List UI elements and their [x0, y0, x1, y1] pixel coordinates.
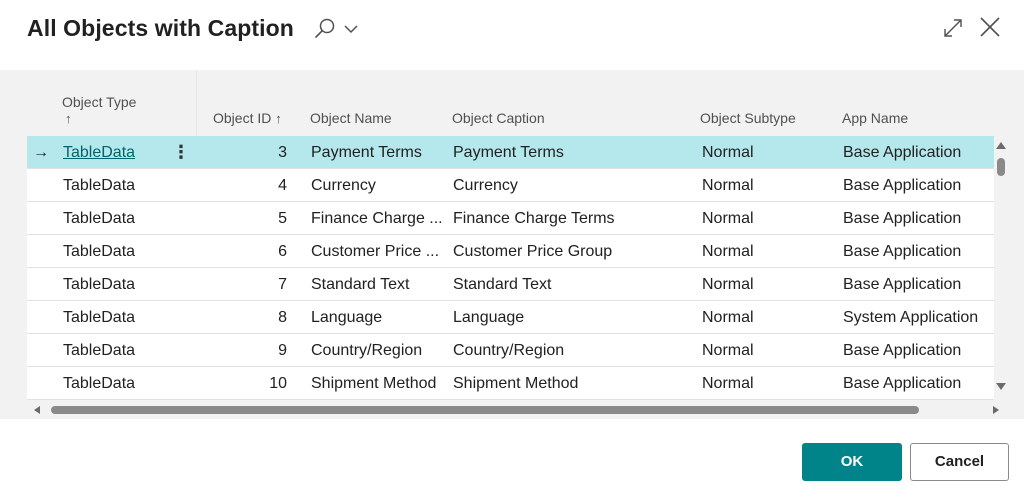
object-caption-cell: Language	[453, 309, 525, 326]
table-row[interactable]: TableData 9 Country/Region Country/Regio…	[27, 334, 994, 367]
column-label-app-name: App Name	[842, 110, 909, 126]
table-row[interactable]: TableData 5 Finance Charge ... Finance C…	[27, 202, 994, 235]
object-subtype-cell: Normal	[702, 177, 754, 194]
sort-ascending-icon: ↑	[275, 111, 282, 126]
app-name-cell: Base Application	[843, 243, 962, 260]
table-row[interactable]: → TableData ⋮ 3 Payment Terms Payment Te…	[27, 136, 994, 169]
object-id-cell: 9	[278, 342, 287, 359]
table-row[interactable]: TableData 7 Standard Text Standard Text …	[27, 268, 994, 301]
object-type-cell: TableData	[63, 342, 136, 359]
scroll-up-arrow-icon[interactable]	[996, 142, 1006, 149]
cancel-button[interactable]: Cancel	[910, 443, 1009, 481]
column-label-object-type: Object Type	[62, 94, 137, 110]
object-caption-cell: Payment Terms	[453, 144, 564, 161]
object-caption-cell: Finance Charge Terms	[453, 210, 615, 227]
column-header-object-name[interactable]: Object Name	[310, 70, 440, 136]
column-label-object-name: Object Name	[310, 110, 392, 126]
table-row[interactable]: TableData 4 Currency Currency Normal Bas…	[27, 169, 994, 202]
object-name-cell: Finance Charge ...	[311, 210, 443, 227]
app-name-cell: Base Application	[843, 177, 962, 194]
table-row[interactable]: TableData 8 Language Language Normal Sys…	[27, 301, 994, 334]
current-row-arrow-icon: →	[33, 144, 49, 161]
object-name-cell: Language	[311, 309, 383, 326]
object-id-cell: 10	[269, 375, 287, 392]
object-name-cell: Standard Text	[311, 276, 410, 293]
object-id-cell: 8	[278, 309, 287, 326]
object-id-cell: 4	[278, 177, 287, 194]
object-subtype-cell: Normal	[702, 342, 754, 359]
column-header-object-type[interactable]: Object Type ↑	[27, 70, 197, 136]
app-name-cell: Base Application	[843, 375, 962, 392]
horizontal-scroll-thumb[interactable]	[51, 406, 919, 414]
scroll-left-arrow-icon[interactable]	[34, 406, 40, 414]
table-row[interactable]: TableData 10 Shipment Method Shipment Me…	[27, 367, 994, 400]
object-subtype-cell: Normal	[702, 144, 754, 161]
object-caption-cell: Standard Text	[453, 276, 552, 293]
object-caption-cell: Country/Region	[453, 342, 565, 359]
object-subtype-cell: Normal	[702, 375, 754, 392]
column-header-app-name[interactable]: App Name	[842, 70, 982, 136]
objects-grid: Object Type ↑ Object ID ↑ Object Name Ob…	[27, 70, 994, 419]
dialog-header: All Objects with Caption	[0, 0, 1024, 70]
object-caption-cell: Currency	[453, 177, 518, 194]
sort-ascending-icon: ↑	[65, 111, 72, 126]
object-type-link[interactable]: TableData	[63, 136, 173, 169]
row-actions-menu-icon[interactable]: ⋮	[172, 136, 190, 169]
object-subtype-cell: Normal	[702, 210, 754, 227]
object-name-cell: Customer Price ...	[311, 243, 440, 260]
page-title: All Objects with Caption	[27, 15, 294, 41]
object-type-cell: TableData	[63, 276, 136, 293]
object-name-cell: Shipment Method	[311, 375, 437, 392]
expand-icon[interactable]	[941, 16, 965, 40]
object-id-cell: 5	[278, 210, 287, 227]
app-name-cell: Base Application	[843, 276, 962, 293]
object-type-cell: TableData	[63, 177, 136, 194]
object-type-cell: TableData	[63, 210, 136, 227]
column-label-object-subtype: Object Subtype	[700, 110, 796, 126]
object-type-cell: TableData	[63, 243, 136, 260]
column-header-object-subtype[interactable]: Object Subtype	[700, 70, 830, 136]
column-label-object-caption: Object Caption	[452, 110, 545, 126]
column-header-object-caption[interactable]: Object Caption	[452, 70, 652, 136]
close-icon[interactable]	[977, 14, 1003, 40]
table-row[interactable]: TableData 6 Customer Price ... Customer …	[27, 235, 994, 268]
object-id-cell: 7	[278, 276, 287, 293]
object-caption-cell: Shipment Method	[453, 375, 579, 392]
object-id-cell: 3	[278, 144, 287, 161]
column-label-object-id: Object ID ↑	[213, 110, 282, 126]
horizontal-scrollbar[interactable]	[27, 402, 1008, 418]
object-name-cell: Country/Region	[311, 342, 423, 359]
app-name-cell: Base Application	[843, 342, 962, 359]
vertical-scroll-thumb[interactable]	[997, 158, 1005, 176]
object-subtype-cell: Normal	[702, 243, 754, 260]
search-icon[interactable]	[312, 16, 338, 42]
object-name-cell: Payment Terms	[311, 144, 422, 161]
ok-button[interactable]: OK	[802, 443, 902, 481]
object-subtype-cell: Normal	[702, 276, 754, 293]
vertical-scrollbar[interactable]	[994, 136, 1008, 400]
app-name-cell: Base Application	[843, 144, 962, 161]
app-name-cell: System Application	[843, 309, 979, 326]
object-subtype-cell: Normal	[702, 309, 754, 326]
object-caption-cell: Customer Price Group	[453, 243, 613, 260]
object-type-cell: TableData	[63, 309, 136, 326]
scroll-down-arrow-icon[interactable]	[996, 383, 1006, 390]
object-type-cell: TableData	[63, 375, 136, 392]
scroll-right-arrow-icon[interactable]	[993, 406, 999, 414]
app-name-cell: Base Application	[843, 210, 962, 227]
chevron-down-icon[interactable]	[342, 22, 360, 36]
object-id-cell: 6	[278, 243, 287, 260]
object-name-cell: Currency	[311, 177, 376, 194]
column-header-object-id[interactable]: Object ID ↑	[207, 70, 287, 136]
